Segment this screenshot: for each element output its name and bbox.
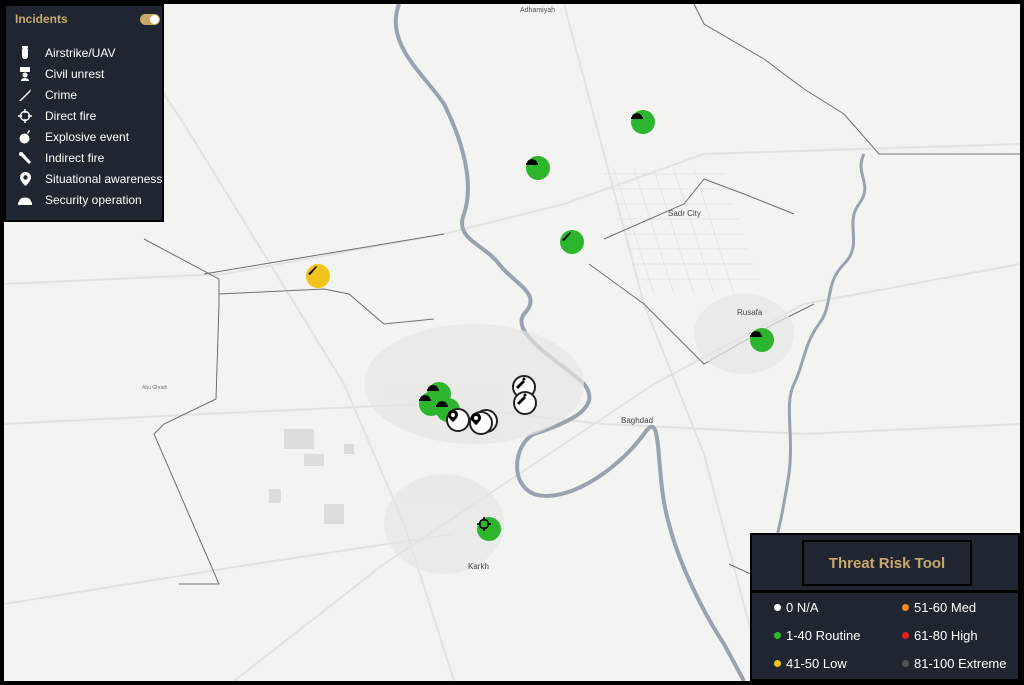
crosshair-icon xyxy=(16,109,34,123)
mortar-icon xyxy=(516,377,526,389)
incident-marker-security-operation[interactable] xyxy=(631,110,655,134)
legend-item-security-operation[interactable]: Security operation xyxy=(16,191,142,209)
incident-marker-crime[interactable] xyxy=(306,264,330,288)
incident-marker-situational-awareness[interactable] xyxy=(469,411,493,435)
location-pin-icon xyxy=(471,413,481,425)
legend-item-label: Indirect fire xyxy=(45,151,105,165)
incident-marker-indirect-fire[interactable] xyxy=(513,391,537,415)
legend-item-direct-fire[interactable]: Direct fire xyxy=(16,107,96,125)
incident-marker-crime[interactable] xyxy=(560,230,584,254)
threat-risk-panel: Threat Risk Tool 0 N/A 51-60 Med 1-40 Ro… xyxy=(750,533,1020,681)
risk-dot xyxy=(774,632,781,639)
incidents-toggle[interactable] xyxy=(140,14,160,25)
location-pin-icon xyxy=(448,410,458,422)
mortar-icon xyxy=(517,393,527,405)
risk-level-label: 51-60 Med xyxy=(914,600,977,615)
incident-marker-direct-fire[interactable] xyxy=(477,517,501,541)
legend-item-label: Situational awareness xyxy=(45,172,163,186)
risk-level-label: 1-40 Routine xyxy=(786,628,861,643)
bomb-icon xyxy=(16,46,34,60)
incidents-panel-title: Incidents xyxy=(15,12,68,26)
app-frame: Adhamiyah Sadr City Rusafa Baghdad Karkh… xyxy=(0,0,1024,685)
risk-dot xyxy=(774,604,781,611)
explosion-icon xyxy=(16,130,34,144)
place-label-rusafa: Rusafa xyxy=(737,308,763,317)
helmet-icon xyxy=(427,385,439,391)
risk-dot xyxy=(774,660,781,667)
legend-item-label: Security operation xyxy=(45,193,142,207)
risk-level-low: 41-50 Low xyxy=(774,656,847,671)
legend-item-explosive-event[interactable]: Explosive event xyxy=(16,128,129,146)
risk-level-extreme: 81-100 Extreme xyxy=(902,656,1007,671)
crosshair-icon xyxy=(477,517,491,531)
risk-level-label: 61-80 High xyxy=(914,628,978,643)
legend-item-indirect-fire[interactable]: Indirect fire xyxy=(16,149,104,167)
place-label-baghdad: Baghdad xyxy=(621,416,654,425)
risk-level-high: 61-80 High xyxy=(902,628,978,643)
incidents-panel: Incidents Airstrike/UAV Civil unrest Cri… xyxy=(4,4,164,222)
risk-level-na: 0 N/A xyxy=(774,600,819,615)
legend-item-situational-awareness[interactable]: Situational awareness xyxy=(16,170,162,188)
toggle-knob xyxy=(150,15,159,24)
legend-item-airstrike[interactable]: Airstrike/UAV xyxy=(16,44,115,62)
risk-dot xyxy=(902,632,909,639)
helmet-icon xyxy=(419,395,431,401)
risk-level-label: 0 N/A xyxy=(786,600,819,615)
incident-marker-security-operation[interactable] xyxy=(750,328,774,352)
place-label-karkh: Karkh xyxy=(468,562,489,571)
threat-risk-title: Threat Risk Tool xyxy=(828,554,946,572)
place-label-sadr-city: Sadr City xyxy=(668,209,701,218)
helmet-icon xyxy=(16,193,34,207)
legend-item-label: Airstrike/UAV xyxy=(45,46,116,60)
risk-level-med: 51-60 Med xyxy=(902,600,976,615)
risk-dot xyxy=(902,604,909,611)
helmet-icon xyxy=(631,113,643,119)
location-pin-icon xyxy=(16,172,34,186)
incident-marker-situational-awareness[interactable] xyxy=(446,408,470,432)
helmet-icon xyxy=(526,159,538,165)
legend-item-label: Civil unrest xyxy=(45,67,105,81)
risk-level-routine: 1-40 Routine xyxy=(774,628,860,643)
risk-level-label: 41-50 Low xyxy=(786,656,847,671)
helmet-icon xyxy=(750,331,762,337)
risk-dot xyxy=(902,660,909,667)
legend-item-label: Crime xyxy=(45,88,77,102)
knife-icon xyxy=(562,232,571,241)
threat-risk-header[interactable]: Threat Risk Tool xyxy=(802,540,972,586)
place-label-abu-ghraib: Abu Ghraib xyxy=(142,385,168,391)
legend-item-crime[interactable]: Crime xyxy=(16,86,77,104)
legend-item-civil-unrest[interactable]: Civil unrest xyxy=(16,65,104,83)
legend-item-label: Direct fire xyxy=(45,109,97,123)
incident-marker-security-operation[interactable] xyxy=(526,156,550,180)
mortar-icon xyxy=(16,151,34,165)
helmet-icon xyxy=(436,401,448,407)
protester-icon xyxy=(16,67,34,81)
risk-level-label: 81-100 Extreme xyxy=(914,656,1007,671)
knife-icon xyxy=(16,88,34,102)
legend-item-label: Explosive event xyxy=(45,130,130,144)
divider xyxy=(752,590,1018,593)
place-label-adhamiyah: Adhamiyah xyxy=(520,7,556,14)
knife-icon xyxy=(308,266,317,275)
